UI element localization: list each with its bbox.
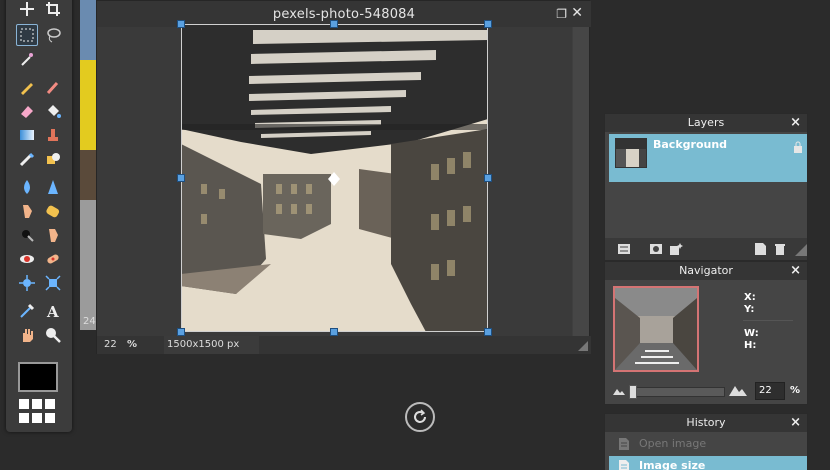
rotation-pivot-icon[interactable] xyxy=(328,172,340,186)
gradient-icon[interactable] xyxy=(16,124,38,146)
sponge-icon[interactable] xyxy=(42,200,64,222)
layer-name: Background xyxy=(653,138,728,151)
tools-panel: A xyxy=(6,0,72,432)
navigator-h-label: H: xyxy=(744,340,757,351)
marquee-select-icon[interactable] xyxy=(16,24,38,46)
move-icon[interactable] xyxy=(16,0,38,20)
zoom-icon[interactable] xyxy=(42,324,64,346)
crop-icon[interactable] xyxy=(42,0,64,20)
transform-handle-top[interactable] xyxy=(330,20,338,28)
restore-window-icon[interactable]: ❐ xyxy=(556,7,567,21)
bloat-icon[interactable] xyxy=(16,272,38,294)
primary-color-swatch[interactable] xyxy=(18,362,58,392)
zoom-slider-knob[interactable] xyxy=(629,385,637,399)
layers-title: Layers xyxy=(687,116,725,129)
pinch-icon[interactable] xyxy=(42,272,64,294)
transform-handle-bottom-left[interactable] xyxy=(177,328,185,336)
document-title: pexels-photo-548084 xyxy=(272,6,416,22)
layers-panel: Layers × Background xyxy=(604,113,808,261)
transform-handle-right[interactable] xyxy=(484,174,492,182)
eraser-icon[interactable] xyxy=(16,100,38,122)
red-eye-icon[interactable] xyxy=(16,248,38,270)
new-layer-icon[interactable] xyxy=(753,242,767,256)
navigator-panel: Navigator × X: Y: W: H: 22 % xyxy=(604,261,808,405)
brush-icon[interactable] xyxy=(42,76,64,98)
blur-icon[interactable] xyxy=(16,176,38,198)
sharpen-icon[interactable] xyxy=(42,176,64,198)
hand-icon[interactable] xyxy=(16,324,38,346)
document-status-bar: 22 % 1500x1500 px xyxy=(97,336,591,354)
zoom-out-mountain-icon[interactable] xyxy=(613,387,625,395)
transform-handle-bottom-right[interactable] xyxy=(484,328,492,336)
transform-handle-left[interactable] xyxy=(177,174,185,182)
navigator-w-label: W: xyxy=(744,328,759,339)
magic-wand-icon[interactable] xyxy=(16,48,38,70)
history-panel-header[interactable]: History × xyxy=(605,414,807,432)
transform-handle-bottom[interactable] xyxy=(330,328,338,336)
history-panel: History × Open image Image size xyxy=(604,413,808,470)
vertical-scrollbar[interactable] xyxy=(573,27,589,337)
layer-settings-icon[interactable] xyxy=(617,242,631,256)
transform-handle-top-left[interactable] xyxy=(177,20,185,28)
navigator-close-icon[interactable]: × xyxy=(790,262,801,280)
navigator-thumbnail[interactable] xyxy=(613,286,699,372)
history-item[interactable]: Image size xyxy=(609,456,807,470)
navigator-zoom-row: 22 % xyxy=(605,380,807,402)
navigator-y-label: Y: xyxy=(744,304,755,315)
close-window-icon[interactable]: ✕ xyxy=(571,5,583,21)
navigator-zoom-input[interactable]: 22 xyxy=(755,382,785,400)
rotate-icon[interactable] xyxy=(405,402,435,432)
color-replace-icon[interactable] xyxy=(16,148,38,170)
trash-icon[interactable] xyxy=(773,242,787,256)
tool-grid-icon[interactable] xyxy=(19,399,59,423)
type-icon[interactable]: A xyxy=(42,300,64,322)
layer-thumbnail xyxy=(615,138,647,168)
history-item-label: Open image xyxy=(639,437,707,450)
history-document-icon xyxy=(619,460,629,470)
drawing-icon[interactable] xyxy=(42,148,64,170)
layer-row[interactable]: Background xyxy=(609,134,807,182)
navigator-panel-header[interactable]: Navigator × xyxy=(605,262,807,280)
image-size: 1500x1500 px xyxy=(164,336,259,354)
zoom-slider[interactable] xyxy=(629,385,725,399)
lock-icon xyxy=(794,141,802,153)
lasso-icon[interactable] xyxy=(42,24,64,46)
panel-resize-icon[interactable] xyxy=(793,242,807,256)
burn-icon[interactable] xyxy=(42,224,64,246)
history-item-label: Image size xyxy=(639,459,706,470)
zoom-in-mountain-icon[interactable] xyxy=(729,383,747,396)
history-document-icon xyxy=(619,438,629,450)
paint-bucket-icon[interactable] xyxy=(42,100,64,122)
history-title: History xyxy=(686,416,726,429)
smudge-icon[interactable] xyxy=(16,200,38,222)
pencil-icon[interactable] xyxy=(16,76,38,98)
layers-toolbar xyxy=(605,238,807,260)
clone-stamp-icon[interactable] xyxy=(42,124,64,146)
history-item[interactable]: Open image xyxy=(609,434,807,454)
svg-text:A: A xyxy=(46,303,59,320)
layers-close-icon[interactable]: × xyxy=(790,114,801,132)
resize-grip-icon[interactable] xyxy=(578,341,588,351)
navigator-zoom-unit: % xyxy=(790,385,801,396)
layers-panel-header[interactable]: Layers × xyxy=(605,114,807,132)
navigator-title: Navigator xyxy=(679,264,733,277)
navigator-x-label: X: xyxy=(744,292,756,303)
navigator-divider xyxy=(743,320,793,321)
history-close-icon[interactable]: × xyxy=(790,414,801,432)
layer-styles-icon[interactable] xyxy=(669,242,683,256)
layer-mask-icon[interactable] xyxy=(649,242,663,256)
transform-handle-top-right[interactable] xyxy=(484,20,492,28)
zoom-unit: % xyxy=(127,339,138,350)
zoom-value[interactable]: 22 xyxy=(104,339,117,350)
spot-heal-icon[interactable] xyxy=(42,248,64,270)
background-document xyxy=(80,0,96,330)
color-picker-icon[interactable] xyxy=(16,300,38,322)
background-doc-zoom: 24 xyxy=(83,316,96,327)
dodge-icon[interactable] xyxy=(16,224,38,246)
